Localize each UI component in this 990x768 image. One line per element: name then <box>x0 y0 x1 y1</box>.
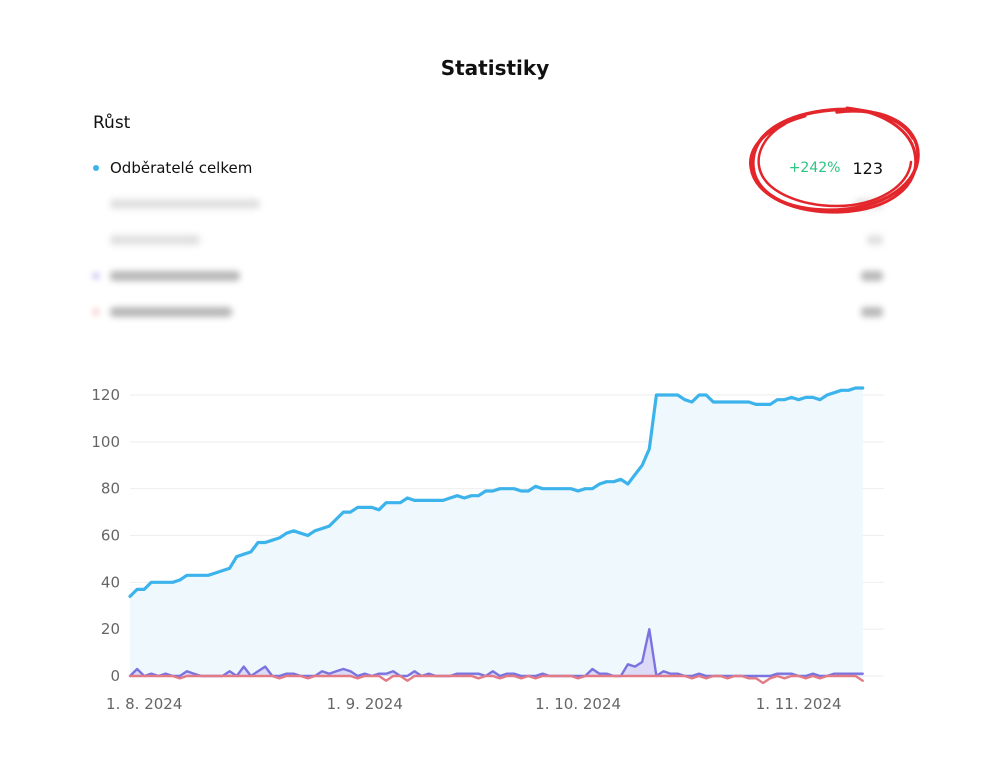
growth-chart: 0 20 40 60 80 100 120 1. 8. 2024 1. 9. 2024 1. 1… <box>91 386 884 713</box>
blurred-value-placeholder <box>861 271 883 281</box>
x-tick-label: 1. 11. 2024 <box>756 695 842 713</box>
metric-label: Odběratelé celkem <box>110 159 253 177</box>
blurred-label-placeholder <box>110 199 260 209</box>
y-tick-label: 0 <box>110 667 120 685</box>
y-tick-label: 80 <box>101 480 120 498</box>
y-axis: 0 20 40 60 80 100 120 <box>91 386 120 685</box>
legend-dot-icon <box>93 273 99 279</box>
section-title-growth: Růst <box>93 113 131 133</box>
x-tick-label: 1. 10. 2024 <box>535 695 621 713</box>
blurred-label-placeholder <box>110 307 232 317</box>
blurred-label-placeholder <box>110 271 240 281</box>
series-area-total <box>130 388 863 676</box>
x-axis: 1. 8. 2024 1. 9. 2024 1. 10. 2024 1. 11. 20… <box>106 695 842 713</box>
y-tick-label: 20 <box>101 620 120 638</box>
y-tick-label: 100 <box>91 433 120 451</box>
highlight-stroke <box>757 122 913 208</box>
metric-row-blurred[interactable] <box>93 265 883 287</box>
legend-dot-icon <box>93 309 99 315</box>
y-tick-label: 120 <box>91 386 120 404</box>
blurred-value-placeholder <box>867 235 883 245</box>
metric-row-blurred[interactable] <box>93 229 883 251</box>
legend-dot-icon <box>93 165 99 171</box>
blurred-value-placeholder <box>861 307 883 317</box>
y-tick-label: 60 <box>101 527 120 545</box>
x-tick-label: 1. 9. 2024 <box>327 695 403 713</box>
blurred-label-placeholder <box>110 235 200 245</box>
y-tick-label: 40 <box>101 573 120 591</box>
highlight-circle-icon <box>749 106 920 214</box>
x-tick-label: 1. 8. 2024 <box>106 695 182 713</box>
page-title: Statistiky <box>440 56 550 80</box>
metric-row-blurred[interactable] <box>93 301 883 323</box>
